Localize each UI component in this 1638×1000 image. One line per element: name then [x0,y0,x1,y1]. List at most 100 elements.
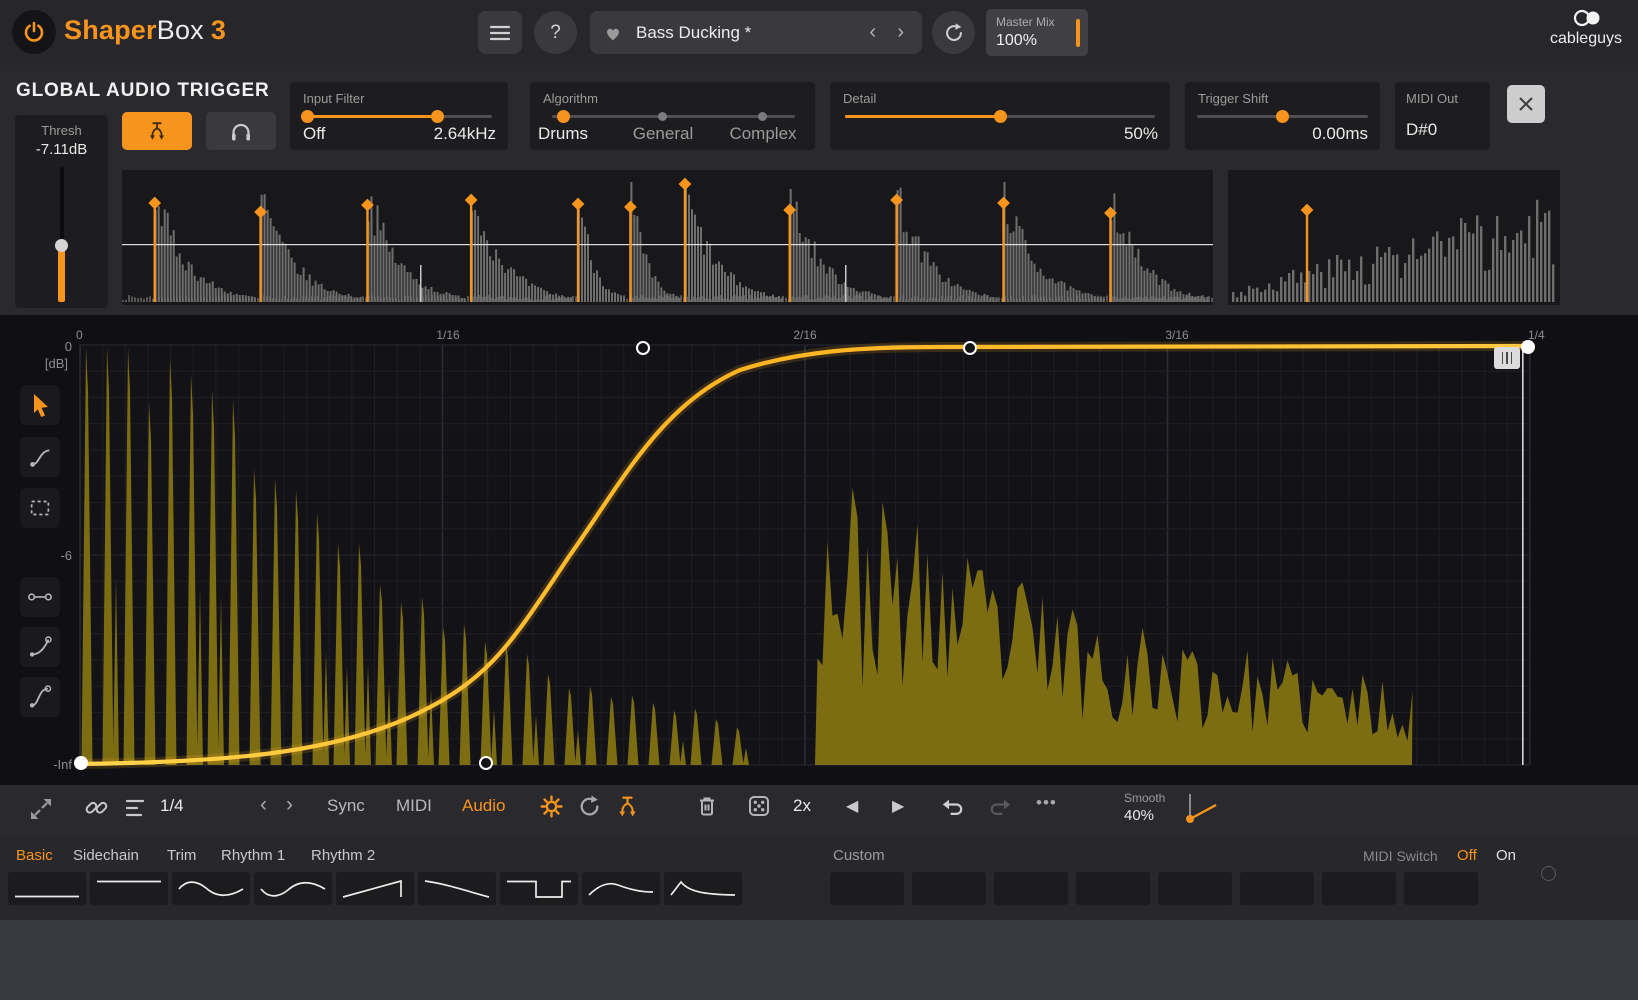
master-mix-control[interactable]: Master Mix 100% [986,9,1088,56]
marquee-select-icon [27,495,53,521]
trigger-preview-waveform [1228,170,1560,305]
listen-button[interactable] [206,112,276,150]
wave-preset-pluck[interactable] [664,872,742,905]
rate-prev-button[interactable]: ‹ [260,793,267,817]
tab-basic[interactable]: Basic [16,847,53,864]
wave-preset-flat-low[interactable] [8,872,86,905]
tool-cursor-button[interactable] [20,385,60,425]
algorithm-handle-drums[interactable] [557,110,570,123]
threshold-panel: Thresh -7.11dB [15,115,108,308]
tab-sidechain[interactable]: Sidechain [73,847,139,864]
algorithm-opt-general[interactable]: General [628,124,698,144]
tab-rhythm2[interactable]: Rhythm 2 [311,847,375,864]
smooth-value[interactable]: 40% [1124,807,1154,824]
envelope-plot[interactable] [80,345,1530,765]
nudge-right-button[interactable]: ▶ [892,796,904,816]
input-filter-high-handle[interactable] [431,110,444,123]
tool-curve-button[interactable] [20,627,60,667]
tool-scurve-button[interactable] [20,677,60,717]
steps-button[interactable] [123,796,147,820]
midi-switch-off[interactable]: Off [1457,847,1477,864]
multiply-button[interactable]: 2x [793,796,811,816]
custom-slot-7[interactable] [1322,872,1396,905]
favorite-heart-icon[interactable] [603,24,623,42]
preset-prev-button[interactable]: ‹ [869,21,876,44]
algorithm-dot-general[interactable] [658,112,667,121]
nudge-left-button[interactable]: ◀ [846,796,858,816]
midi-out-label: MIDI Out [1406,91,1458,106]
preset-bar[interactable]: Bass Ducking * ‹ › [590,11,922,54]
custom-slot-6[interactable] [1240,872,1314,905]
custom-slot-8[interactable] [1404,872,1478,905]
custom-slot-1[interactable] [830,872,904,905]
rate-next-button[interactable]: › [286,793,293,817]
undo-button[interactable] [941,795,966,819]
midi-out-value[interactable]: D#0 [1406,120,1437,140]
tool-draw-button[interactable] [20,437,60,477]
trigger-shift-value: 0.00ms [1312,124,1368,144]
smooth-curve-icon[interactable] [1180,791,1224,827]
midi-switch-on[interactable]: On [1496,847,1516,864]
custom-slot-5[interactable] [1158,872,1232,905]
help-button[interactable]: ? [534,11,577,54]
wave-preset-ramp-down[interactable] [418,872,496,905]
preset-next-button[interactable]: › [897,21,904,44]
custom-slot-2[interactable] [912,872,986,905]
master-mix-label: Master Mix [996,15,1055,29]
wave-preset-flat-high[interactable] [90,872,168,905]
menu-button[interactable] [478,11,522,54]
expand-button[interactable] [27,795,55,823]
trigger-waveform [122,170,1213,305]
trigger-mode-button[interactable] [615,794,640,819]
tab-trim[interactable]: Trim [167,847,196,864]
tool-select-button[interactable] [20,488,60,528]
loop-end-grip[interactable] [1494,347,1520,369]
custom-extra-icon[interactable] [1541,866,1556,881]
ruler-0: 0 [76,328,83,342]
input-filter-panel: Input Filter Off 2.64kHz [290,82,508,150]
wave-preset-sine[interactable] [172,872,250,905]
tab-rhythm1[interactable]: Rhythm 1 [221,847,285,864]
rate-value[interactable]: 1/4 [160,796,184,816]
audio-tab[interactable]: Audio [462,796,505,816]
tool-line-button[interactable] [20,577,60,617]
trigger-shift-handle[interactable] [1276,110,1289,123]
randomize-button[interactable] [747,794,771,818]
custom-slot-3[interactable] [994,872,1068,905]
delete-button[interactable] [695,794,719,819]
redo-button[interactable] [987,795,1012,819]
thresh-slider-handle[interactable] [55,239,68,252]
line-points-icon [26,584,54,610]
sync-tab[interactable]: Sync [327,796,365,816]
wave-preset-triangle[interactable] [582,872,660,905]
loop-mode-button[interactable] [577,794,602,819]
algorithm-dot-complex[interactable] [758,112,767,121]
lfo-graph-section: 0 1/16 2/16 3/16 1/4 0 [dB] -6 -Inf [0,315,1638,785]
wave-preset-square[interactable] [500,872,578,905]
input-filter-max: 2.64kHz [434,124,496,144]
custom-label: Custom [833,847,885,864]
compare-button[interactable] [932,11,975,54]
algorithm-opt-drums[interactable]: Drums [530,124,596,144]
close-trigger-button[interactable] [1507,85,1545,123]
audio-trigger-toggle[interactable] [122,112,192,150]
wave-preset-ramp-up[interactable] [336,872,414,905]
shaperbox-window: ShaperBox3 ? Bass Ducking * ‹ › Master M… [0,0,1638,1000]
algorithm-opt-complex[interactable]: Complex [726,124,800,144]
trigger-settings-button[interactable] [539,794,564,819]
arc-curve-icon [27,634,53,660]
link-button[interactable] [83,794,110,821]
master-mix-value: 100% [996,32,1037,50]
trigger-waveform-display[interactable] [122,170,1213,305]
ruler-1-16: 1/16 [428,328,468,342]
midi-tab[interactable]: MIDI [396,796,432,816]
wave-preset-inverse-sine[interactable] [254,872,332,905]
detail-handle[interactable] [994,110,1007,123]
more-options-button[interactable]: ••• [1036,793,1057,813]
trigger-shift-label: Trigger Shift [1198,91,1268,106]
custom-slot-4[interactable] [1076,872,1150,905]
s-curve-icon [27,684,53,710]
trigger-preview-display[interactable] [1228,170,1560,305]
input-filter-low-handle[interactable] [301,110,314,123]
power-button[interactable] [12,10,56,54]
